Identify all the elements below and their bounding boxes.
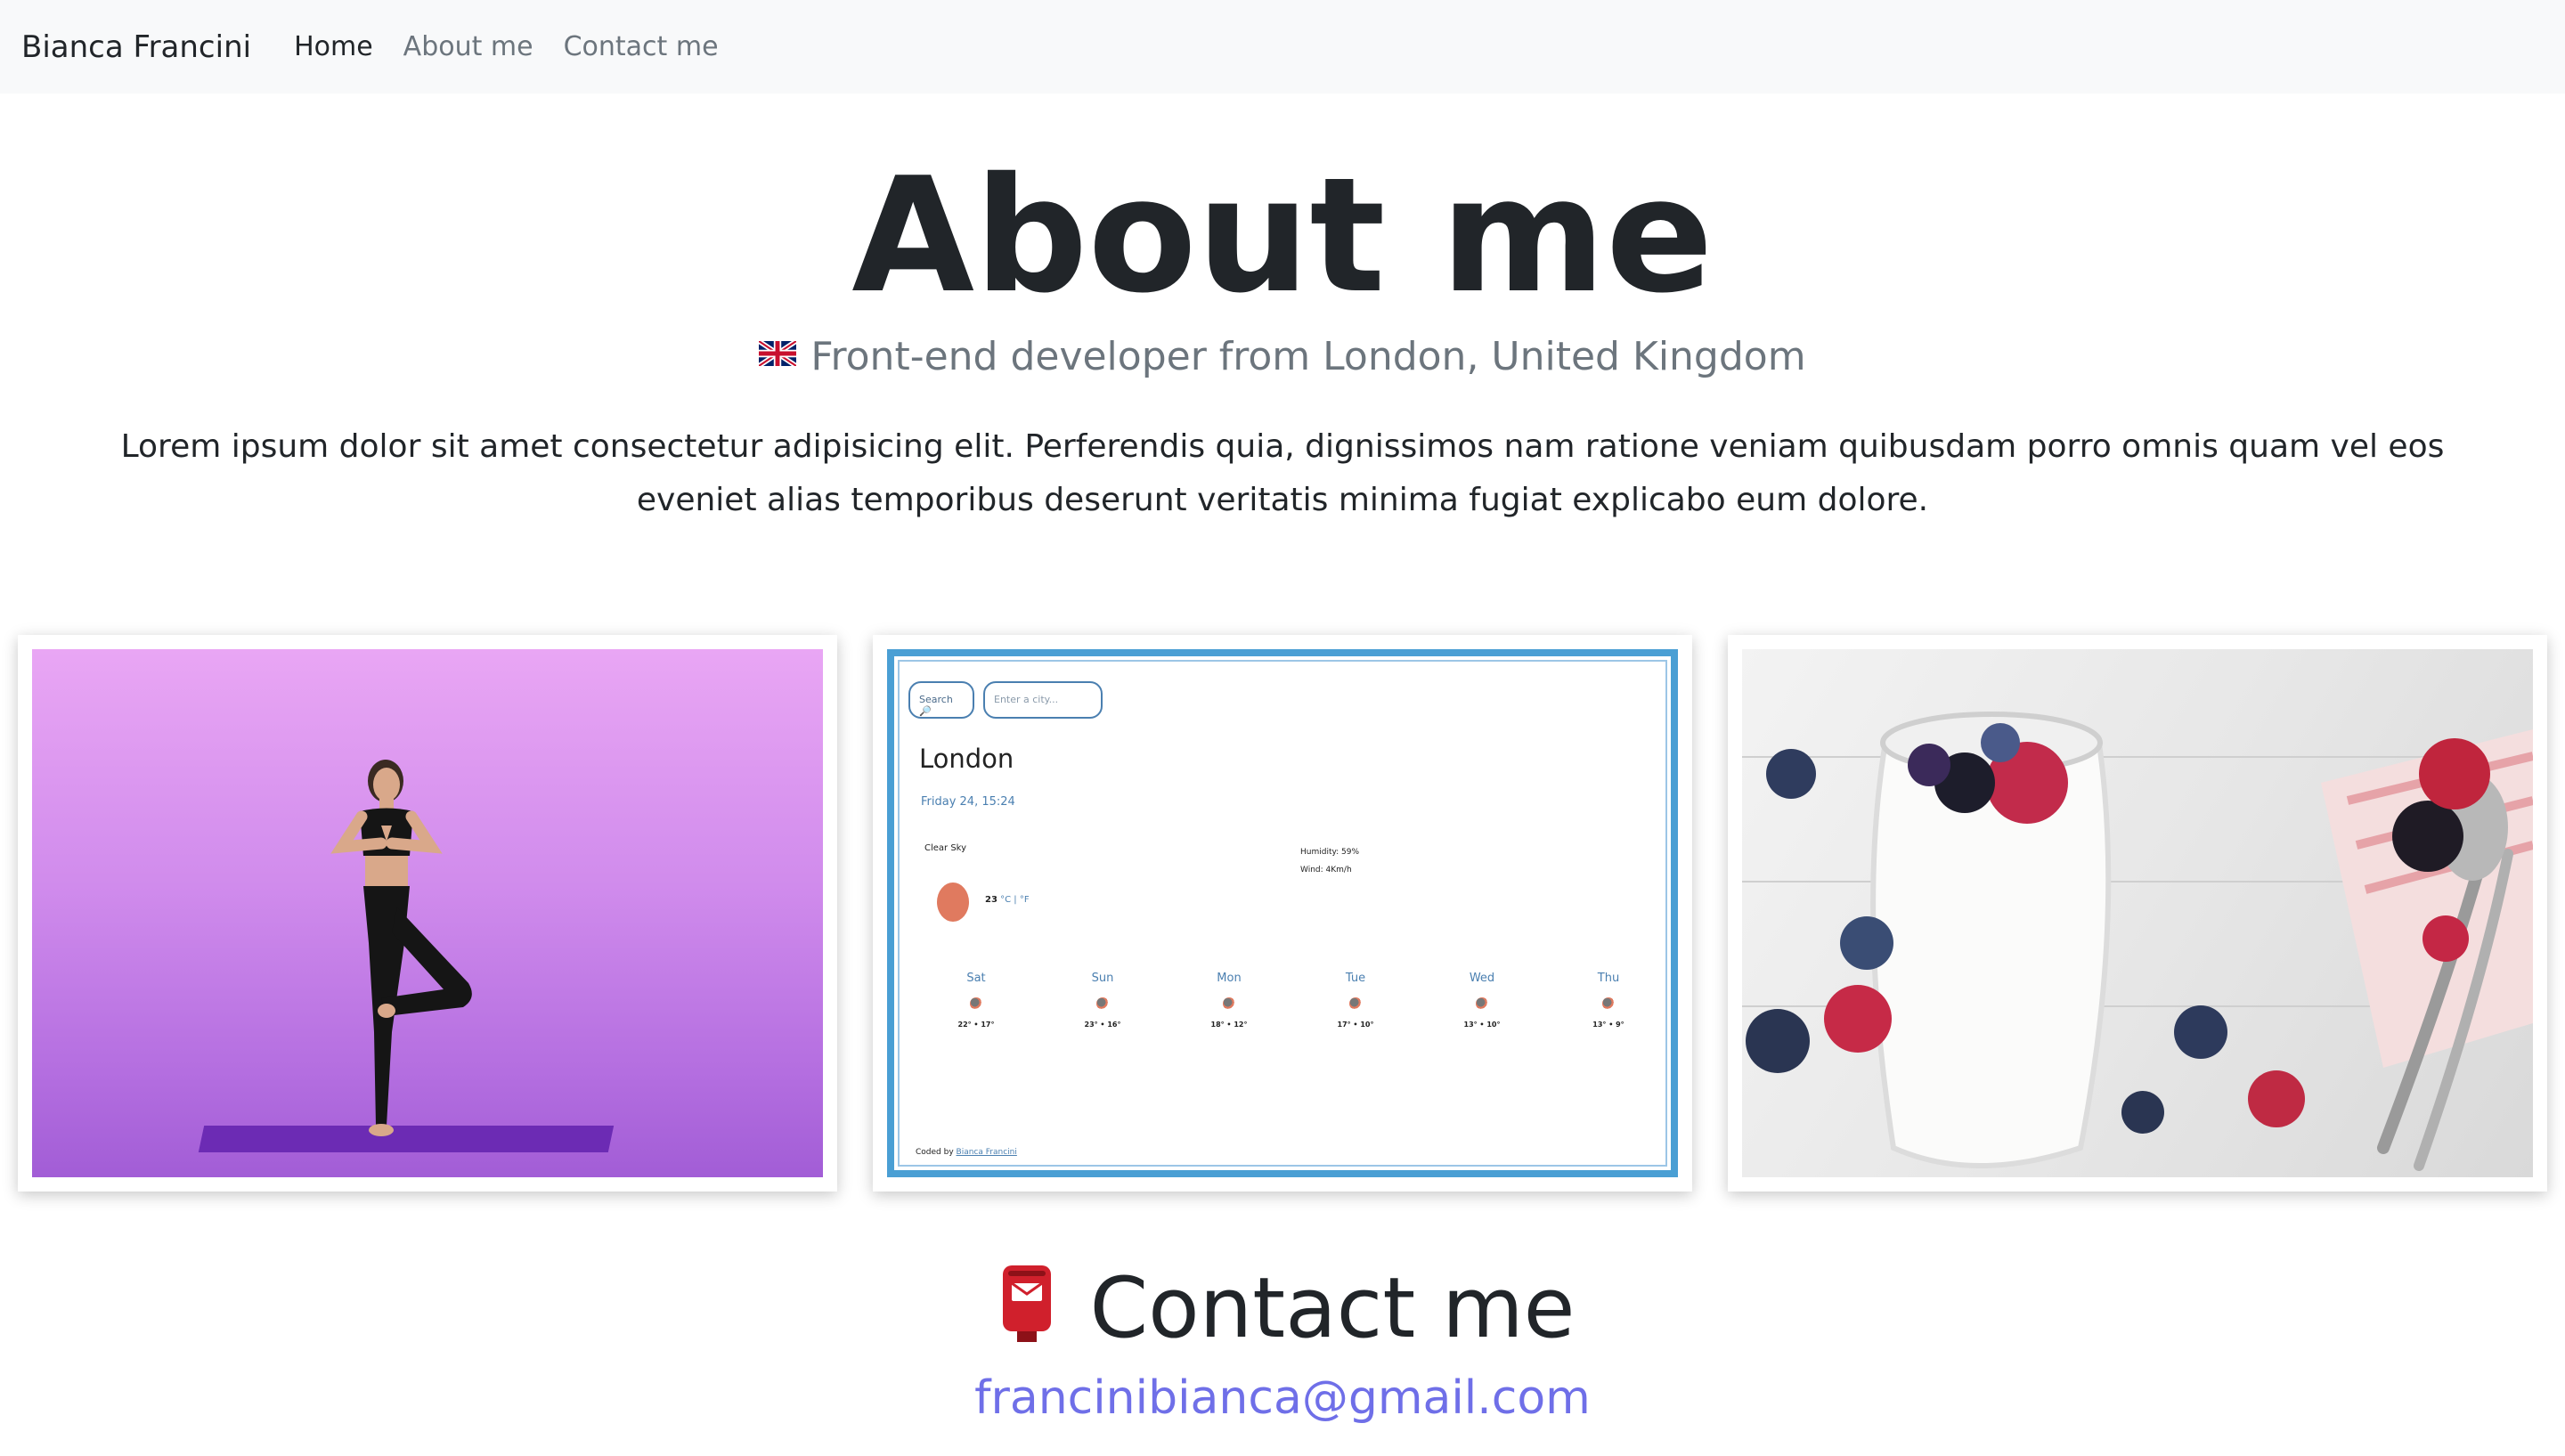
weather-humidity: Humidity: 59% [1300, 848, 1360, 857]
forecast-day-name: Mon [1217, 972, 1242, 985]
weather-city-input[interactable]: Enter a city... [983, 681, 1103, 719]
postbox-icon [1002, 1265, 1051, 1342]
weather-temp-value: 23 [985, 895, 998, 905]
navbar: Bianca Francini Home About me Contact me [0, 0, 2565, 94]
weather-app-screenshot: Search 🔎 Enter a city... London Friday 2… [887, 649, 1678, 1177]
gallery-card-weather: Search 🔎 Enter a city... London Friday 2… [873, 635, 1692, 1192]
nav-link-home[interactable]: Home [294, 31, 373, 62]
forecast-range: 23° • 16° [1084, 1021, 1121, 1029]
weather-footer-prefix: Coded by [916, 1148, 954, 1157]
about-lead: Lorem ipsum dolor sit amet consectetur a… [120, 428, 2445, 518]
brand-link[interactable]: Bianca Francini [21, 29, 251, 65]
weather-city: London [919, 744, 1014, 774]
yogurt-illustration [1746, 712, 2533, 1171]
forecast-day: Wed 13° • 10° [1446, 972, 1518, 1029]
yogurt-image [1742, 649, 2533, 1177]
forecast-range: 17° • 10° [1337, 1021, 1374, 1029]
forecast-range: 18° • 12° [1210, 1021, 1248, 1029]
forecast-range: 13° • 10° [1463, 1021, 1501, 1029]
forecast-day-name: Sun [1091, 972, 1114, 985]
gallery-card-yogurt [1728, 635, 2547, 1192]
uk-flag-icon [759, 341, 797, 366]
forecast-day: Sat 22° • 17° [940, 972, 1012, 1029]
weather-search-button[interactable]: Search 🔎 [908, 681, 974, 719]
forecast-weather-icon [1349, 997, 1362, 1010]
forecast-day: Sun 23° • 16° [1067, 972, 1138, 1029]
weather-footer-link[interactable]: Bianca Francini [957, 1148, 1017, 1157]
forecast-day-name: Wed [1469, 972, 1495, 985]
forecast-day: Thu 13° • 9° [1573, 972, 1644, 1029]
weather-panel: Search 🔎 Enter a city... London Friday 2… [898, 660, 1667, 1167]
weather-units[interactable]: °C | °F [1000, 895, 1029, 905]
forecast-weather-icon [970, 997, 982, 1010]
weather-wind: Wind: 4Km/h [1300, 866, 1352, 874]
email-link[interactable]: francinibianca@gmail.com [0, 1371, 2565, 1425]
forecast-range: 22° • 17° [957, 1021, 995, 1029]
yoga-figure [330, 760, 472, 1136]
about-title: About me [851, 143, 1714, 328]
gallery-card-yoga [18, 635, 837, 1192]
weather-description: Clear Sky [924, 843, 967, 853]
nav-link-contact[interactable]: Contact me [564, 31, 719, 62]
weather-date: Friday 24, 15:24 [921, 795, 1015, 809]
about-subtitle-text: Front-end developer from London, United … [810, 334, 1806, 379]
forecast-weather-icon [1476, 997, 1488, 1010]
nav-link-about[interactable]: About me [403, 31, 533, 62]
forecast-day-name: Sat [966, 972, 986, 985]
about-subtitle: Front-end developer from London, United … [0, 334, 2565, 379]
forecast-weather-icon [1602, 997, 1615, 1010]
forecast-weather-icon [1223, 997, 1235, 1010]
forecast-day-name: Tue [1345, 972, 1366, 985]
weather-footer: Coded by Bianca Francini [916, 1148, 1017, 1157]
contact-title-text: Contact me [1089, 1260, 1576, 1357]
yoga-image [32, 649, 823, 1177]
forecast-weather-icon [1096, 997, 1109, 1010]
weather-details: Humidity: 59% Wind: 4Km/h [1300, 843, 1359, 879]
forecast-day-name: Thu [1597, 972, 1620, 985]
sun-icon [937, 883, 969, 922]
forecast-day: Tue 17° • 10° [1320, 972, 1391, 1029]
forecast-range: 13° • 9° [1592, 1021, 1624, 1029]
weather-temperature: 23 °C | °F [985, 895, 1030, 905]
forecast-day: Mon 18° • 12° [1193, 972, 1265, 1029]
contact-title: Contact me [0, 1256, 2565, 1362]
